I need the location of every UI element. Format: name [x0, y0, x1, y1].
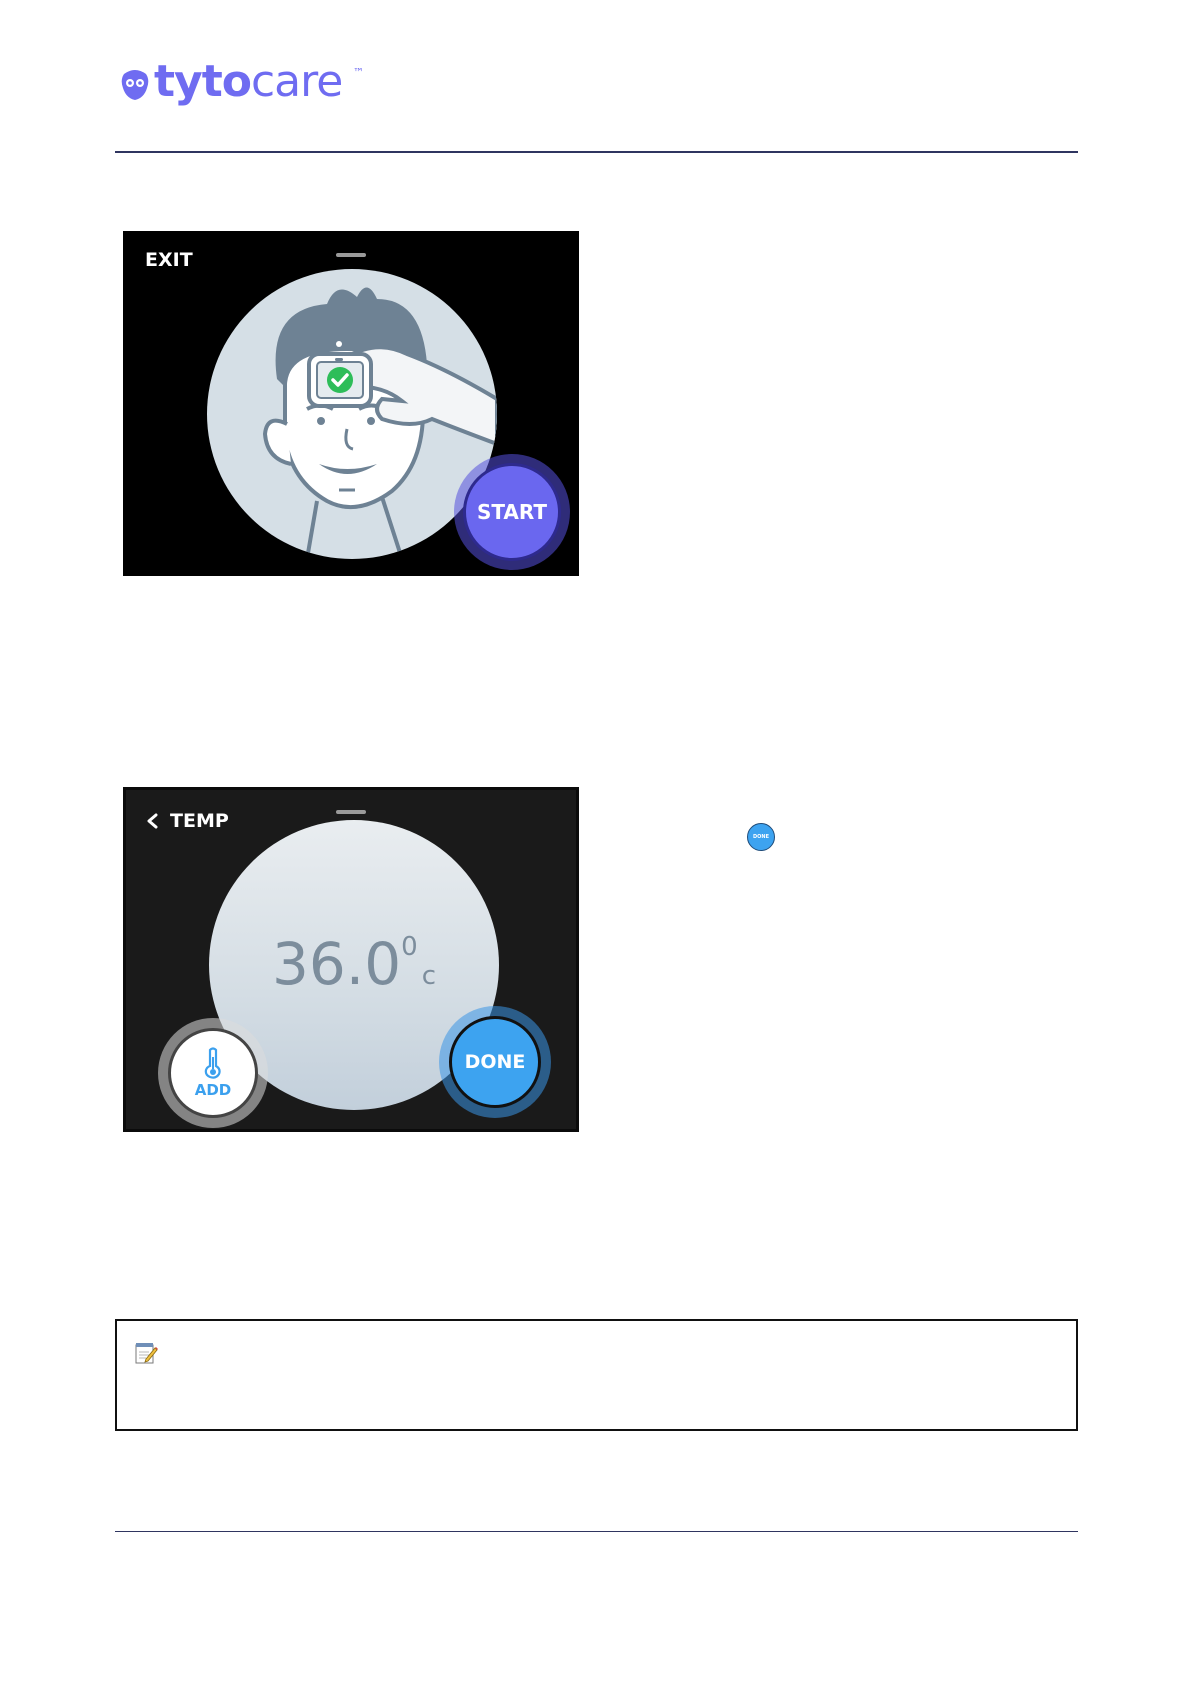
back-button-label: TEMP [170, 810, 229, 832]
logo-wordmark: tytocare [154, 56, 343, 107]
footer-rule [115, 1531, 1078, 1532]
temperature-value: 36.0 [272, 930, 402, 998]
add-temperature-button[interactable]: ADD [168, 1028, 258, 1118]
tytocare-logo: tytocare ™ [120, 56, 380, 114]
logo-word-tyto: tyto [154, 56, 252, 107]
temperature-reading: 36.00c [209, 930, 499, 998]
note-box [115, 1319, 1078, 1431]
device-screen-forehead: EXIT START [123, 231, 579, 576]
back-button[interactable]: TEMP [146, 810, 229, 832]
drag-handle[interactable] [336, 810, 366, 814]
owl-icon [121, 70, 149, 100]
drag-handle[interactable] [336, 253, 366, 257]
device-screen-temperature: TEMP 36.00c ADD DONE [123, 787, 579, 1132]
logo-word-care: care [250, 56, 343, 107]
notepad-icon [135, 1343, 158, 1364]
chevron-left-icon [147, 813, 158, 829]
temperature-unit: c [421, 961, 436, 991]
trademark-mark: ™ [353, 66, 364, 79]
add-button-label: ADD [194, 1081, 232, 1099]
start-button[interactable]: START [463, 463, 561, 561]
temperature-degree: 0 [401, 932, 418, 962]
thermometer-icon [204, 1047, 221, 1079]
header-rule [115, 151, 1078, 153]
done-inline-icon: DONE [747, 823, 775, 851]
exit-button[interactable]: EXIT [145, 249, 193, 271]
done-button[interactable]: DONE [449, 1016, 541, 1108]
